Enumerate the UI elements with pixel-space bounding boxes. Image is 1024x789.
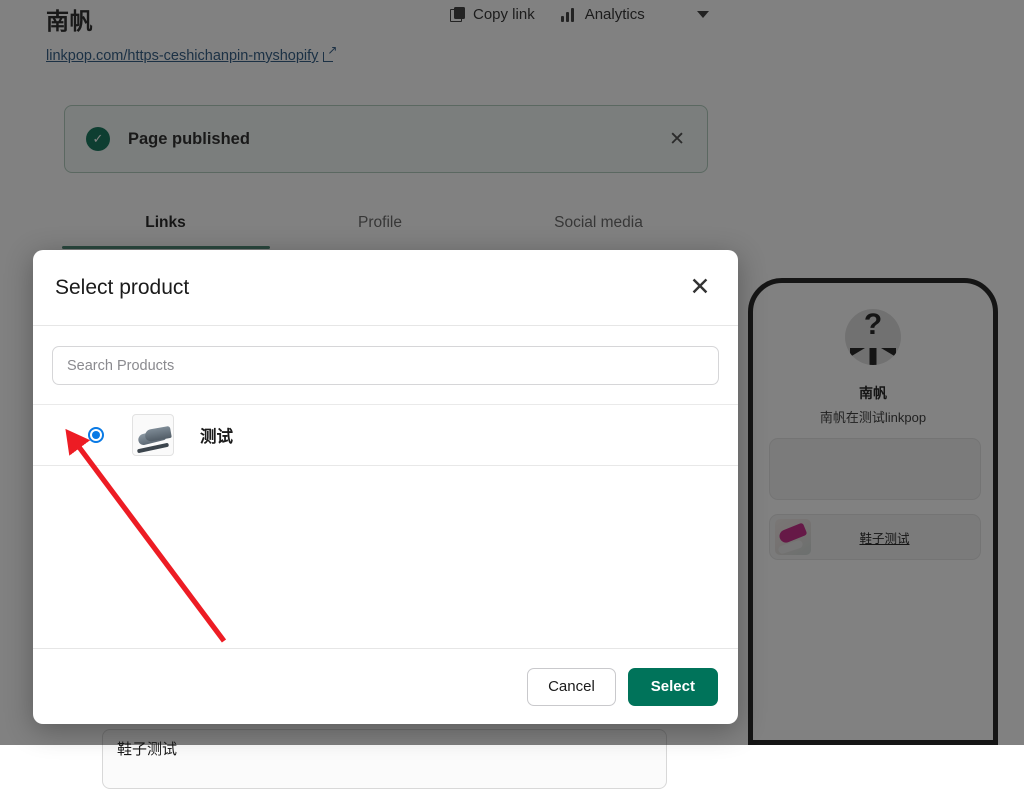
sneaker-thumbnail xyxy=(132,414,174,456)
preview-product-label: 鞋子测试 xyxy=(811,528,958,547)
tab-profile[interactable]: Profile xyxy=(269,205,491,249)
chevron-down-icon[interactable] xyxy=(697,11,709,18)
tab-social-media[interactable]: Social media xyxy=(491,205,706,249)
analytics-button[interactable]: Analytics xyxy=(559,4,647,25)
preview-empty-card[interactable] xyxy=(769,438,981,500)
avatar-question-glyph: ? xyxy=(864,310,882,340)
modal-search-row xyxy=(33,326,738,405)
copy-link-button[interactable]: Copy link xyxy=(448,4,537,25)
link-list-item[interactable]: 鞋子测试 xyxy=(102,729,667,789)
preview-product-card[interactable]: 鞋子测试 xyxy=(769,514,981,560)
preview-profile-bio: 南帆在测试linkpop xyxy=(753,407,993,426)
copy-link-label: Copy link xyxy=(473,6,535,23)
banner-message: Page published xyxy=(128,130,250,149)
modal-footer: Cancel Select xyxy=(33,648,738,724)
product-list: 测试 xyxy=(33,405,738,648)
pink-shoe-thumbnail xyxy=(775,519,811,555)
select-button[interactable]: Select xyxy=(628,668,718,706)
modal-title: Select product xyxy=(55,276,189,300)
phone-preview: ? 南帆 南帆在测试linkpop 鞋子测试 xyxy=(748,278,998,745)
select-product-modal: Select product ✕ 测试 Cancel Select xyxy=(33,250,738,724)
shop-url-text: linkpop.com/https-ceshichanpin-myshopify xyxy=(46,48,318,64)
topbar-actions: Copy link Analytics xyxy=(448,4,709,25)
banner-close-icon[interactable]: ✕ xyxy=(669,130,685,149)
editor-tabs: Links Profile Social media xyxy=(62,205,708,249)
analytics-label: Analytics xyxy=(585,6,645,23)
external-link-icon xyxy=(323,50,335,62)
cancel-button[interactable]: Cancel xyxy=(527,668,616,706)
check-circle-icon: ✓ xyxy=(86,127,110,151)
copy-icon xyxy=(450,7,465,22)
page-published-banner: ✓ Page published ✕ xyxy=(64,105,708,173)
preview-profile-name: 南帆 xyxy=(753,383,993,403)
close-icon[interactable]: ✕ xyxy=(686,274,714,302)
product-list-item[interactable]: 测试 xyxy=(33,405,738,466)
product-radio-button[interactable] xyxy=(88,427,104,443)
page-title: 南帆 xyxy=(46,2,93,36)
tab-links[interactable]: Links xyxy=(62,205,269,249)
app-root: 南帆 Copy link Analytics linkpop.com/https… xyxy=(0,0,1024,745)
modal-header: Select product ✕ xyxy=(33,250,738,326)
shop-url-link[interactable]: linkpop.com/https-ceshichanpin-myshopify xyxy=(46,48,335,64)
top-bar: 南帆 Copy link Analytics xyxy=(0,0,1024,40)
product-name: 测试 xyxy=(200,423,233,447)
bar-chart-icon xyxy=(561,8,577,22)
avatar-neck xyxy=(870,348,877,365)
phone-frame: ? 南帆 南帆在测试linkpop 鞋子测试 xyxy=(748,278,998,745)
question-mark-avatar: ? xyxy=(845,309,901,365)
search-input[interactable] xyxy=(52,346,719,385)
